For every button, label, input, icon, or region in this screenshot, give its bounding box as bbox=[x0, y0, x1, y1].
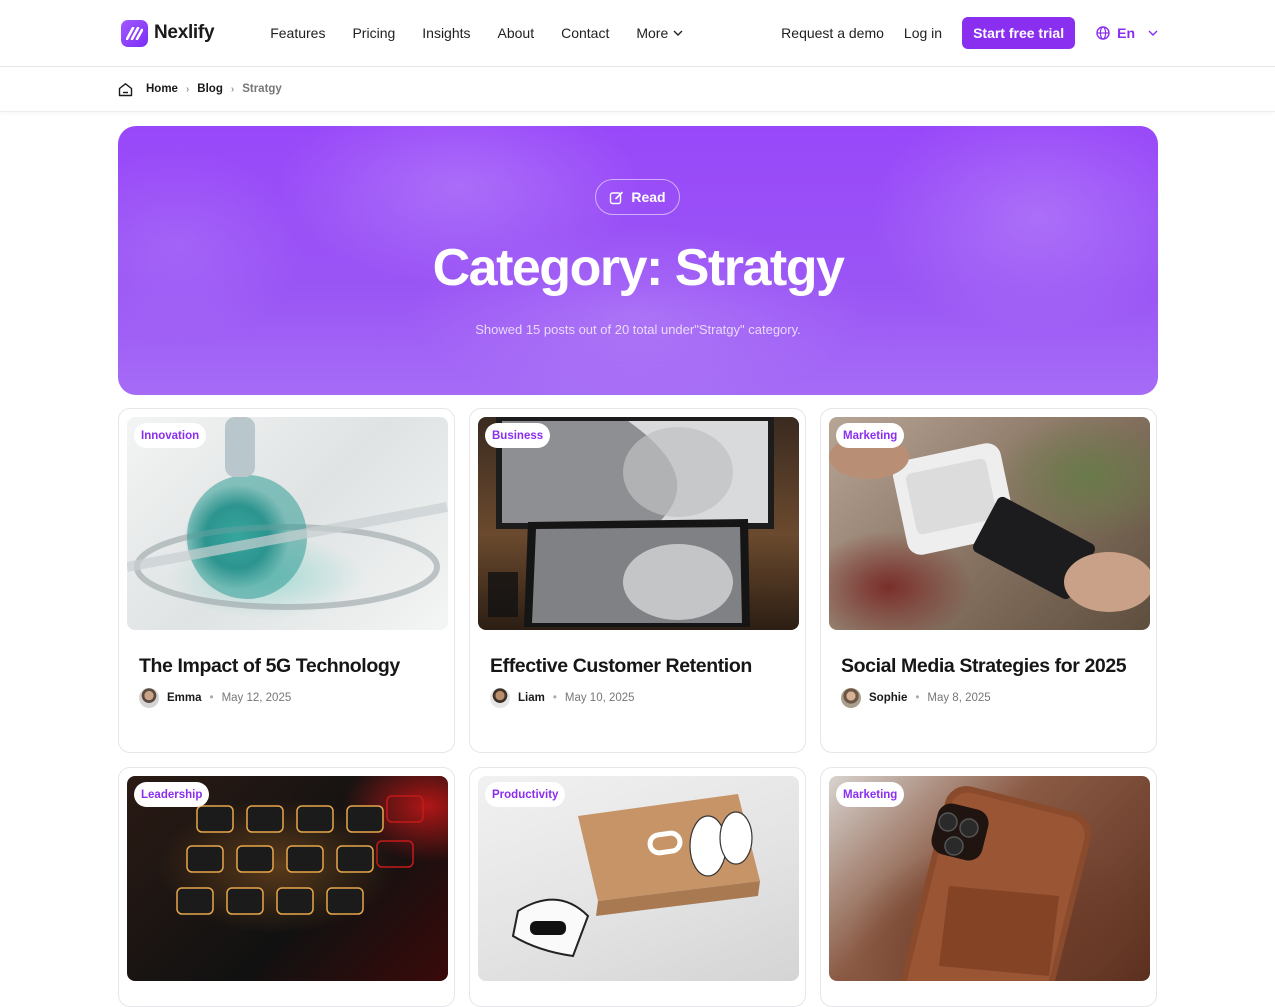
post-author[interactable]: Emma bbox=[167, 692, 202, 704]
logo-icon bbox=[121, 19, 148, 47]
read-badge-label: Read bbox=[631, 189, 666, 205]
post-author[interactable]: Liam bbox=[518, 692, 545, 704]
menu-contact[interactable]: Contact bbox=[561, 25, 609, 41]
main-menu: Features Pricing Insights About Contact … bbox=[270, 25, 710, 41]
post-meta: Liam • May 10, 2025 bbox=[490, 688, 785, 708]
post-card[interactable]: Marketing Social Media Strategies for 20… bbox=[820, 408, 1157, 753]
brand-name: Nexlify bbox=[154, 22, 215, 43]
post-card[interactable]: Productivity bbox=[469, 767, 806, 1007]
post-thumbnail[interactable]: Business bbox=[478, 417, 799, 630]
menu-features[interactable]: Features bbox=[270, 25, 325, 41]
chevron-down-icon bbox=[1148, 30, 1158, 36]
menu-more-label: More bbox=[636, 25, 669, 41]
post-meta: Emma • May 12, 2025 bbox=[139, 688, 434, 708]
category-hero: Read Category: Stratgy Showed 15 posts o… bbox=[118, 126, 1158, 395]
post-category-tag[interactable]: Innovation bbox=[134, 423, 207, 448]
page-subtitle: Showed 15 posts out of 20 total under"St… bbox=[475, 322, 801, 337]
breadcrumb: Home › Blog › Stratgy bbox=[0, 67, 1275, 112]
start-free-trial-button[interactable]: Start free trial bbox=[962, 17, 1076, 49]
post-card[interactable]: Business Effective Customer Retention Li… bbox=[469, 408, 806, 753]
page-title: Category: Stratgy bbox=[432, 239, 845, 297]
chevron-down-icon bbox=[673, 30, 683, 36]
post-category-tag[interactable]: Productivity bbox=[485, 782, 566, 807]
avatar bbox=[490, 688, 510, 708]
post-date: May 8, 2025 bbox=[927, 692, 991, 704]
menu-about[interactable]: About bbox=[498, 25, 535, 41]
meta-separator: • bbox=[915, 692, 920, 704]
avatar bbox=[841, 688, 861, 708]
post-date: May 12, 2025 bbox=[221, 692, 292, 704]
nav-actions: Request a demo Log in Start free trial E… bbox=[781, 17, 1158, 49]
language-label: En bbox=[1117, 25, 1135, 41]
request-demo-link[interactable]: Request a demo bbox=[781, 25, 884, 41]
image-illustration bbox=[127, 417, 448, 610]
breadcrumb-home[interactable]: Home bbox=[146, 83, 178, 95]
post-category-tag[interactable]: Leadership bbox=[134, 782, 210, 807]
menu-insights[interactable]: Insights bbox=[422, 25, 470, 41]
top-navbar: Nexlify Features Pricing Insights About … bbox=[0, 0, 1275, 67]
post-date: May 10, 2025 bbox=[564, 692, 635, 704]
post-title[interactable]: Effective Customer Retention bbox=[490, 654, 785, 678]
chevron-right-icon: › bbox=[185, 83, 190, 95]
post-category-tag[interactable]: Business bbox=[485, 423, 551, 448]
post-thumbnail[interactable]: Innovation bbox=[127, 417, 448, 630]
meta-separator: • bbox=[209, 692, 214, 704]
edit-icon bbox=[610, 191, 624, 204]
globe-icon bbox=[1096, 26, 1110, 40]
login-link[interactable]: Log in bbox=[904, 25, 942, 41]
menu-pricing[interactable]: Pricing bbox=[352, 25, 395, 41]
post-author[interactable]: Sophie bbox=[869, 692, 907, 704]
post-title[interactable]: Social Media Strategies for 2025 bbox=[841, 654, 1136, 678]
post-title[interactable]: The Impact of 5G Technology bbox=[139, 654, 434, 678]
post-card[interactable]: Innovation The Impact of 5G Technology E… bbox=[118, 408, 455, 753]
image-illustration bbox=[829, 435, 1150, 612]
post-thumbnail[interactable]: Productivity bbox=[478, 776, 799, 981]
brand-logo[interactable]: Nexlify bbox=[121, 19, 215, 47]
post-card[interactable]: Marketing bbox=[820, 767, 1157, 1007]
post-category-tag[interactable]: Marketing bbox=[836, 423, 905, 448]
image-illustration bbox=[488, 417, 774, 627]
post-card[interactable]: Leadership bbox=[118, 767, 455, 1007]
avatar bbox=[139, 688, 159, 708]
post-category-tag[interactable]: Marketing bbox=[836, 782, 905, 807]
post-thumbnail[interactable]: Marketing bbox=[829, 417, 1150, 630]
chevron-right-icon: › bbox=[230, 83, 235, 95]
read-badge: Read bbox=[595, 179, 680, 215]
post-thumbnail[interactable]: Leadership bbox=[127, 776, 448, 981]
meta-separator: • bbox=[552, 692, 557, 704]
breadcrumb-blog[interactable]: Blog bbox=[197, 83, 223, 95]
post-meta: Sophie • May 8, 2025 bbox=[841, 688, 1136, 708]
home-icon[interactable] bbox=[118, 82, 133, 97]
breadcrumb-current: Stratgy bbox=[242, 83, 282, 95]
post-thumbnail[interactable]: Marketing bbox=[829, 776, 1150, 981]
language-selector[interactable]: En bbox=[1096, 25, 1158, 41]
menu-more[interactable]: More bbox=[636, 25, 683, 41]
